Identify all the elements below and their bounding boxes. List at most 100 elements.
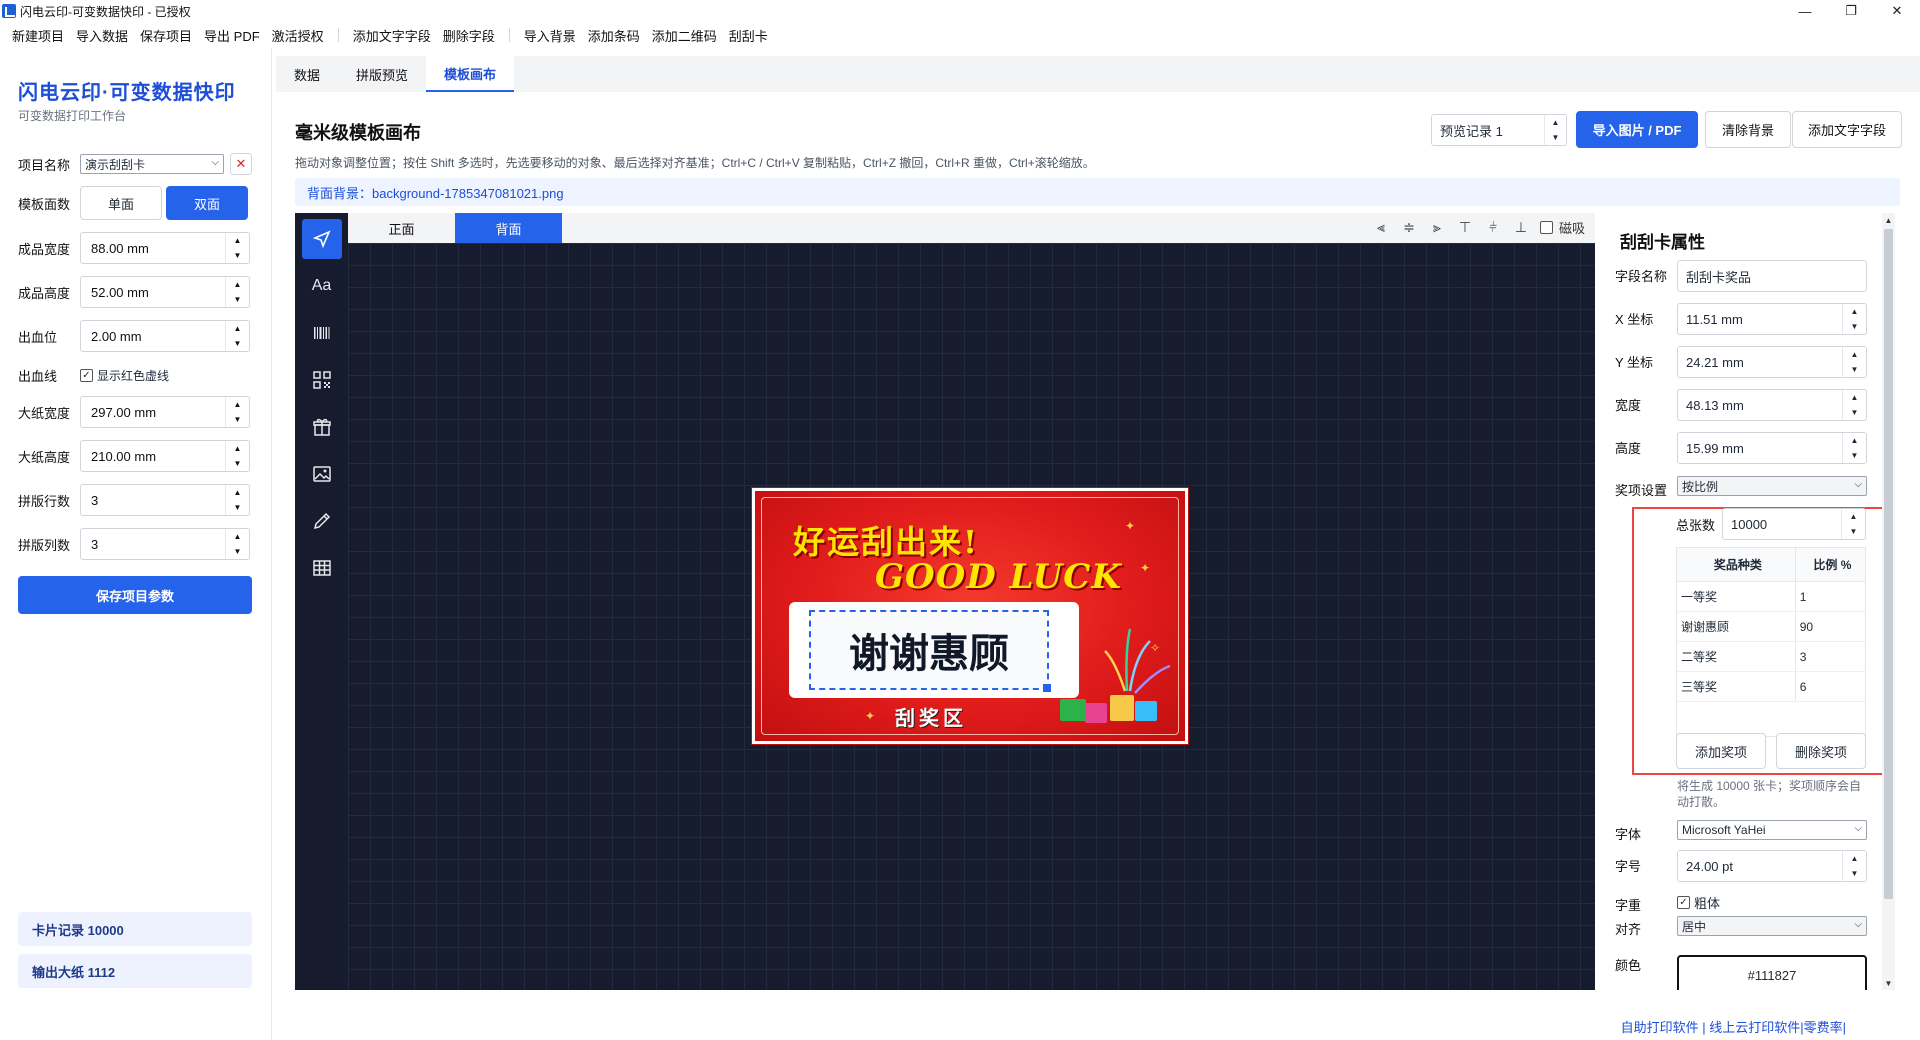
- gift-icon[interactable]: [302, 407, 342, 447]
- imposition-rows-input[interactable]: 3 ▲ ▼: [80, 484, 250, 516]
- menu-import-data[interactable]: 导入数据: [70, 26, 134, 45]
- prize-setting-select[interactable]: 按比例 ⌵: [1677, 476, 1867, 496]
- footer-links[interactable]: 自助打印软件 | 线上云打印软件|零费率|: [1621, 1017, 1846, 1036]
- minimize-button[interactable]: —: [1782, 0, 1828, 22]
- bold-toggle[interactable]: ✓ 粗体: [1677, 893, 1720, 912]
- template-canvas[interactable]: ✦ ✦ ✧ ✦ 好运刮出来! GOOD LUCK 谢谢惠顾 刮奖区: [348, 243, 1595, 990]
- close-button[interactable]: ✕: [1874, 0, 1920, 22]
- scrollbar-thumb[interactable]: [1884, 229, 1893, 899]
- save-project-params-button[interactable]: 保存项目参数: [18, 576, 252, 614]
- tab-data[interactable]: 数据: [276, 56, 338, 92]
- spin-up-icon[interactable]: ▲: [226, 529, 249, 544]
- spin-up-icon[interactable]: ▲: [226, 277, 249, 292]
- sheet-width-input[interactable]: 297.00 mm ▲ ▼: [80, 396, 250, 428]
- table-row[interactable]: 三等奖 6: [1677, 672, 1865, 702]
- snap-checkbox[interactable]: [1539, 221, 1553, 234]
- menu-scratch-card[interactable]: 刮刮卡: [723, 26, 774, 45]
- menu-new-project[interactable]: 新建项目: [6, 26, 70, 45]
- sheet-height-input[interactable]: 210.00 mm ▲ ▼: [80, 440, 250, 472]
- align-top-icon[interactable]: ⊤: [1456, 219, 1474, 237]
- color-picker[interactable]: #111827: [1677, 955, 1867, 990]
- tab-template-canvas[interactable]: 模板画布: [426, 56, 515, 92]
- spin-up-icon[interactable]: ▲: [1842, 509, 1865, 524]
- spin-down-icon[interactable]: ▼: [1843, 319, 1866, 334]
- menu-add-text-field[interactable]: 添加文字字段: [347, 26, 437, 45]
- menu-import-background[interactable]: 导入背景: [518, 26, 582, 45]
- finished-width-input[interactable]: 88.00 mm ▲ ▼: [80, 232, 250, 264]
- spin-up-icon[interactable]: ▲: [1545, 115, 1566, 130]
- clear-background-button[interactable]: 清除背景: [1705, 111, 1791, 148]
- width-input[interactable]: 48.13 mm ▲ ▼: [1677, 389, 1867, 421]
- maximize-button[interactable]: ❐: [1828, 0, 1874, 22]
- spin-up-icon[interactable]: ▲: [1843, 433, 1866, 448]
- menu-add-qrcode[interactable]: 添加二维码: [646, 26, 723, 45]
- spin-down-icon[interactable]: ▼: [1843, 362, 1866, 377]
- spin-down-icon[interactable]: ▼: [226, 336, 249, 351]
- spin-up-icon[interactable]: ▲: [1843, 851, 1866, 866]
- image-icon[interactable]: [302, 454, 342, 494]
- align-middle-v-icon[interactable]: ⫩: [1484, 219, 1502, 237]
- preview-record-input[interactable]: 预览记录 1 ▲ ▼: [1431, 114, 1567, 146]
- spin-down-icon[interactable]: ▼: [226, 456, 249, 471]
- spin-up-icon[interactable]: ▲: [1843, 304, 1866, 319]
- scroll-up-icon[interactable]: ▲: [1882, 213, 1895, 227]
- spin-up-icon[interactable]: ▲: [226, 397, 249, 412]
- spin-up-icon[interactable]: ▲: [1843, 347, 1866, 362]
- spin-up-icon[interactable]: ▲: [226, 485, 249, 500]
- font-select[interactable]: Microsoft YaHei ⌵: [1677, 820, 1867, 840]
- add-prize-button[interactable]: 添加奖项: [1676, 733, 1766, 769]
- spin-down-icon[interactable]: ▼: [226, 412, 249, 427]
- menu-activate[interactable]: 激活授权: [266, 26, 330, 45]
- align-left-icon[interactable]: ⫷: [1372, 219, 1390, 237]
- spin-down-icon[interactable]: ▼: [1843, 866, 1866, 881]
- y-input[interactable]: 24.21 mm ▲ ▼: [1677, 346, 1867, 378]
- import-image-pdf-button[interactable]: 导入图片 / PDF: [1576, 111, 1698, 148]
- tab-imposition-preview[interactable]: 拼版预览: [338, 56, 426, 92]
- spin-down-icon[interactable]: ▼: [226, 248, 249, 263]
- spin-down-icon[interactable]: ▼: [1842, 524, 1865, 539]
- spin-up-icon[interactable]: ▲: [226, 441, 249, 456]
- qrcode-icon[interactable]: [302, 360, 342, 400]
- double-face-button[interactable]: 双面: [166, 186, 248, 220]
- align-bottom-icon[interactable]: ⊥: [1512, 219, 1530, 237]
- spin-up-icon[interactable]: ▲: [1843, 390, 1866, 405]
- total-input[interactable]: 10000 ▲ ▼: [1722, 508, 1866, 540]
- table-icon[interactable]: [302, 548, 342, 588]
- pen-icon[interactable]: [302, 501, 342, 541]
- select-cursor-icon[interactable]: [301, 219, 342, 259]
- spin-down-icon[interactable]: ▼: [226, 544, 249, 559]
- table-row[interactable]: 一等奖 1: [1677, 582, 1865, 612]
- spin-down-icon[interactable]: ▼: [1545, 130, 1566, 145]
- add-text-field-button[interactable]: 添加文字字段: [1792, 111, 1902, 148]
- scratch-prize-field[interactable]: 谢谢惠顾: [809, 610, 1049, 690]
- spin-up-icon[interactable]: ▲: [226, 321, 249, 336]
- spin-down-icon[interactable]: ▼: [226, 292, 249, 307]
- tab-back[interactable]: 背面: [455, 213, 562, 243]
- bold-checkbox[interactable]: ✓: [1677, 896, 1690, 909]
- table-row[interactable]: 谢谢惠顾 90: [1677, 612, 1865, 642]
- barcode-icon[interactable]: [302, 313, 342, 353]
- spin-down-icon[interactable]: ▼: [1843, 405, 1866, 420]
- align-right-icon[interactable]: ⫸: [1428, 219, 1446, 237]
- finished-height-input[interactable]: 52.00 mm ▲ ▼: [80, 276, 250, 308]
- height-input[interactable]: 15.99 mm ▲ ▼: [1677, 432, 1867, 464]
- imposition-cols-input[interactable]: 3 ▲ ▼: [80, 528, 250, 560]
- spin-down-icon[interactable]: ▼: [226, 500, 249, 515]
- bleed-input[interactable]: 2.00 mm ▲ ▼: [80, 320, 250, 352]
- x-input[interactable]: 11.51 mm ▲ ▼: [1677, 303, 1867, 335]
- text-tool-icon[interactable]: Aa: [302, 266, 342, 306]
- align-center-h-icon[interactable]: ≑: [1400, 219, 1418, 237]
- font-size-input[interactable]: 24.00 pt ▲ ▼: [1677, 850, 1867, 882]
- menu-add-barcode[interactable]: 添加条码: [582, 26, 646, 45]
- menu-save-project[interactable]: 保存项目: [134, 26, 198, 45]
- bleed-line-checkbox[interactable]: ✓: [80, 369, 93, 382]
- delete-prize-button[interactable]: 删除奖项: [1776, 733, 1866, 769]
- menu-export-pdf[interactable]: 导出 PDF: [198, 26, 266, 45]
- spin-up-icon[interactable]: ▲: [226, 233, 249, 248]
- field-name-input[interactable]: 刮刮卡奖品: [1677, 260, 1867, 292]
- align-select[interactable]: 居中 ⌵: [1677, 916, 1867, 936]
- table-row[interactable]: 二等奖 3: [1677, 642, 1865, 672]
- resize-handle[interactable]: [1043, 684, 1051, 692]
- menu-delete-field[interactable]: 删除字段: [437, 26, 501, 45]
- properties-scrollbar[interactable]: ▲ ▼: [1882, 213, 1895, 990]
